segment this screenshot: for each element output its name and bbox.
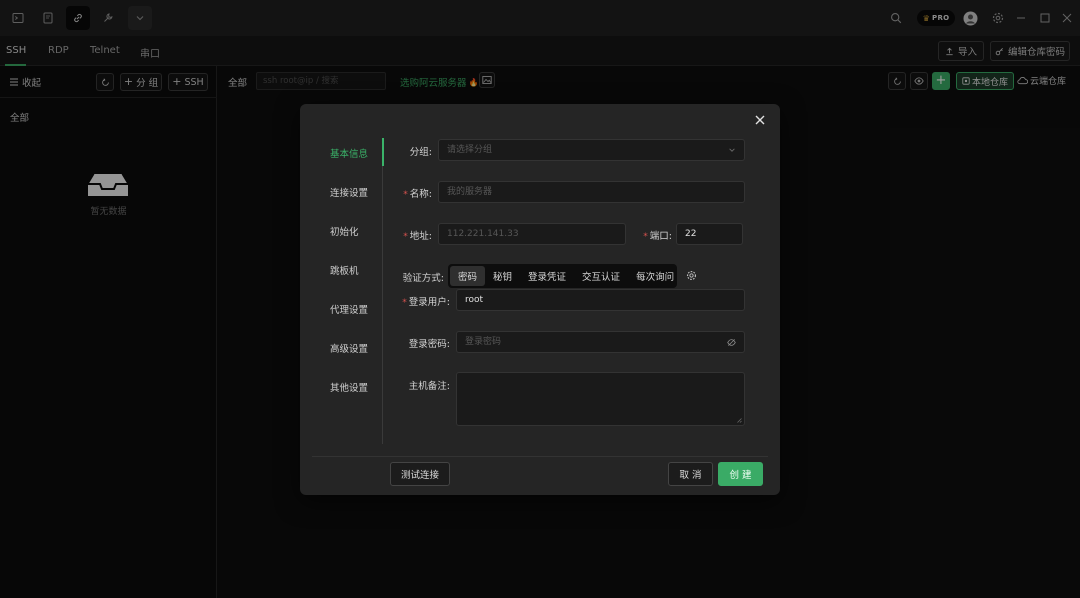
nav-advanced-settings[interactable]: 高级设置: [330, 341, 368, 355]
name-label: * 名称:: [403, 189, 432, 200]
auth-option-credential[interactable]: 登录凭证: [520, 266, 574, 286]
login-user-label: * 登录用户:: [402, 297, 450, 308]
resize-handle-icon: [736, 417, 742, 423]
auth-method-selector: 密码 秘钥 登录凭证 交互认证 每次询问: [448, 264, 677, 288]
auth-option-ask[interactable]: 每次询问: [628, 266, 682, 286]
nav-jump-host[interactable]: 跳板机: [330, 263, 359, 277]
nav-basic-info[interactable]: 基本信息: [330, 146, 368, 160]
eye-off-icon[interactable]: [727, 338, 736, 347]
nav-initialization[interactable]: 初始化: [330, 224, 359, 238]
close-icon[interactable]: [752, 112, 768, 128]
create-button[interactable]: 创 建: [718, 462, 763, 486]
nav-active-indicator: [382, 138, 384, 166]
password-input[interactable]: 登录密码: [456, 331, 745, 353]
password-label: 登录密码:: [408, 339, 450, 350]
new-host-dialog: 基本信息 连接设置 初始化 跳板机 代理设置 高级设置 其他设置 分组: 请选择…: [300, 104, 780, 495]
group-label: 分组:: [409, 147, 432, 158]
auth-option-password[interactable]: 密码: [450, 266, 486, 286]
test-connection-button[interactable]: 测试连接: [390, 462, 450, 486]
nav-proxy-settings[interactable]: 代理设置: [330, 302, 368, 316]
auth-method-label: 验证方式:: [402, 273, 444, 284]
name-input[interactable]: 我的服务器: [438, 181, 745, 203]
host-input[interactable]: 112.221.141.33: [438, 223, 626, 245]
auth-option-interactive[interactable]: 交互认证: [574, 266, 628, 286]
login-user-input[interactable]: root: [456, 289, 745, 311]
port-label: * 端口:: [643, 231, 672, 242]
nav-divider: [382, 138, 383, 444]
auth-option-key[interactable]: 秘钥: [485, 266, 520, 286]
host-note-label: 主机备注:: [408, 381, 450, 392]
gear-icon[interactable]: [686, 270, 697, 281]
cancel-button[interactable]: 取 消: [668, 462, 713, 486]
host-note-textarea[interactable]: [456, 372, 745, 426]
host-label: * 地址:: [403, 231, 432, 242]
group-select[interactable]: 请选择分组: [438, 139, 745, 161]
chevron-down-icon: [728, 146, 736, 154]
port-input[interactable]: 22: [676, 223, 743, 245]
nav-connection-settings[interactable]: 连接设置: [330, 185, 368, 199]
nav-other-settings[interactable]: 其他设置: [330, 380, 368, 394]
footer-divider: [312, 456, 768, 457]
